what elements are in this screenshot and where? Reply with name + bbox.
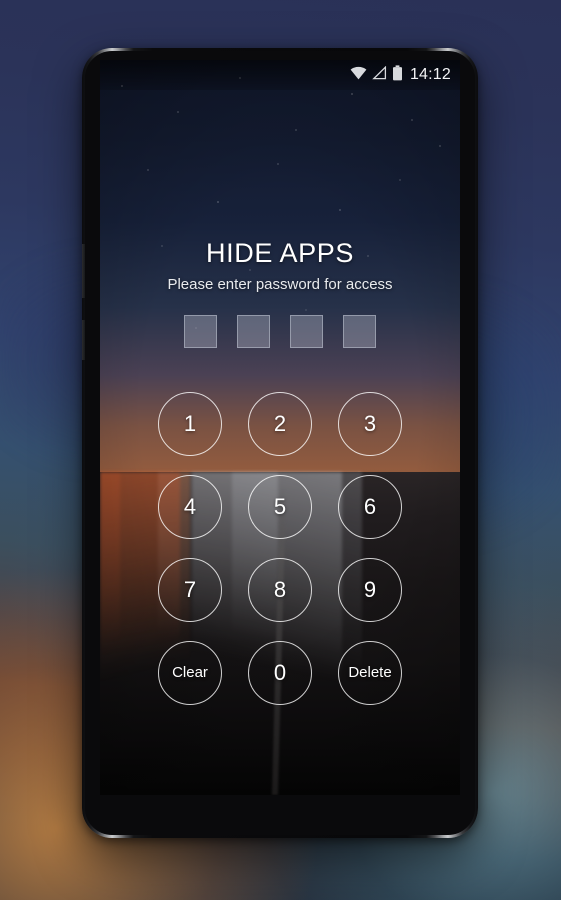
key-0[interactable]: 0: [248, 640, 312, 705]
page-subtitle: Please enter password for access: [167, 276, 393, 293]
key-2[interactable]: 2: [248, 391, 312, 456]
key-9[interactable]: 9: [338, 557, 402, 622]
password-box: [343, 315, 376, 348]
status-bar: 14:12: [100, 60, 460, 90]
signal-no-service-icon: [372, 65, 387, 85]
battery-full-icon: [392, 64, 403, 86]
key-7[interactable]: 7: [158, 557, 222, 622]
key-1[interactable]: 1: [158, 391, 222, 456]
hide-apps-lock-screen: HIDE APPS Please enter password for acce…: [100, 60, 460, 795]
password-box: [237, 315, 270, 348]
password-indicator: [184, 315, 376, 348]
page-title: HIDE APPS: [206, 238, 354, 268]
wifi-icon: [350, 66, 367, 85]
key-3[interactable]: 3: [338, 391, 402, 456]
key-6[interactable]: 6: [338, 474, 402, 539]
key-clear[interactable]: Clear: [158, 640, 222, 705]
key-5[interactable]: 5: [248, 474, 312, 539]
key-delete[interactable]: Delete: [338, 640, 402, 705]
key-8[interactable]: 8: [248, 557, 312, 622]
phone-device: 14:12 HIDE APPS Please enter password fo…: [82, 48, 478, 838]
password-box: [290, 315, 323, 348]
volume-down-key[interactable]: [82, 320, 85, 360]
phone-screen: 14:12 HIDE APPS Please enter password fo…: [100, 60, 460, 795]
key-4[interactable]: 4: [158, 474, 222, 539]
numeric-keypad: 1 2 3 4 5 6 7 8 9 Clear 0 Delete: [145, 382, 415, 714]
volume-up-key[interactable]: [82, 244, 85, 298]
password-box: [184, 315, 217, 348]
status-bar-clock: 14:12: [409, 66, 451, 83]
